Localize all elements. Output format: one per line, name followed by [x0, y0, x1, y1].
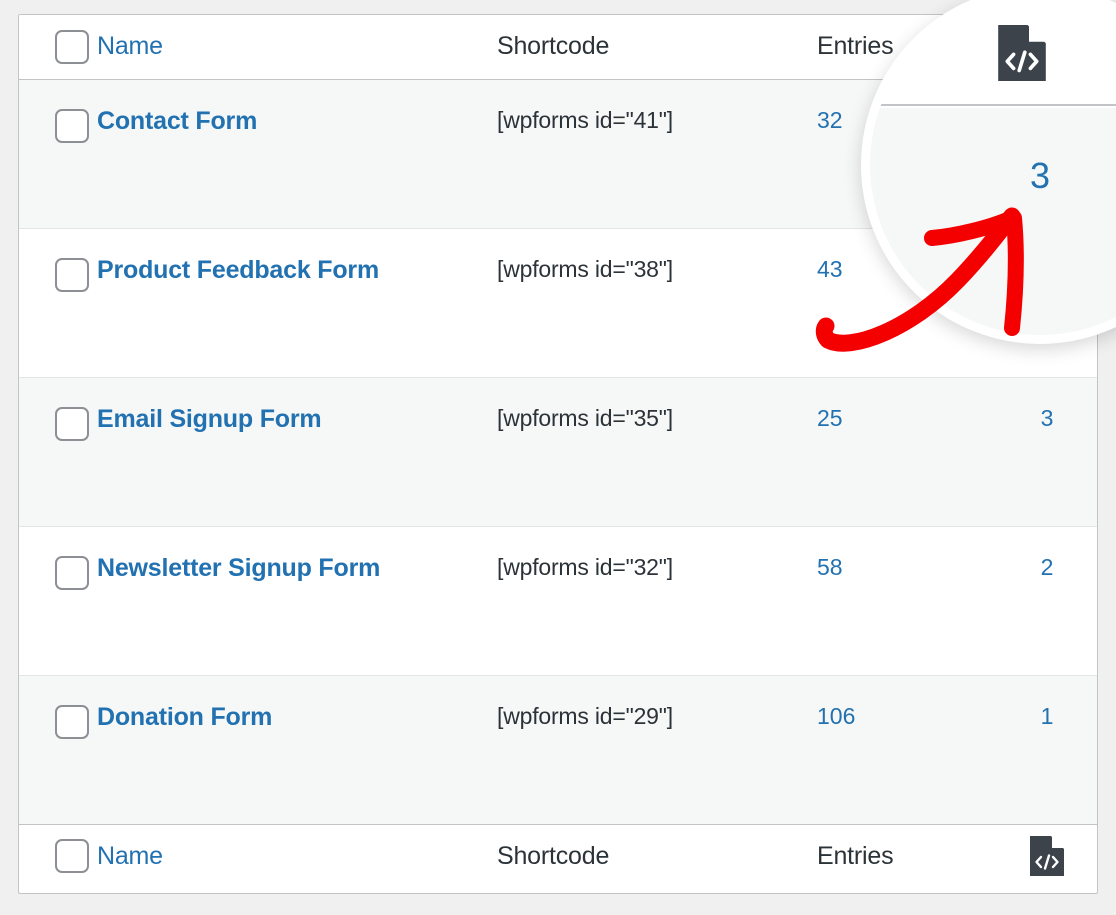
header-name-cell[interactable]: Name: [97, 15, 497, 80]
form-shortcode: [wpforms id="41"]: [497, 106, 673, 133]
form-shortcode: [wpforms id="29"]: [497, 702, 673, 729]
magnified-code-file-icon: [998, 25, 1046, 81]
table-row: Newsletter Signup Form [wpforms id="32"] 5…: [19, 526, 1097, 676]
form-name-link[interactable]: Newsletter Signup Form: [97, 555, 380, 581]
table-row: Email Signup Form [wpforms id="35"] 25 3: [19, 377, 1097, 527]
footer-entries-cell: Entries: [817, 823, 997, 888]
row-name-cell: Newsletter Signup Form: [97, 526, 497, 676]
magnifier-loupe: 3: [861, 0, 1116, 344]
select-all-checkbox[interactable]: [55, 29, 89, 64]
row-checkbox[interactable]: [55, 108, 89, 143]
row-entries-cell: 106: [817, 675, 997, 825]
select-all-checkbox-footer[interactable]: [55, 839, 89, 874]
row-checkbox[interactable]: [55, 704, 89, 739]
magnified-code-count: 3: [1029, 155, 1051, 196]
footer-name-cell[interactable]: Name: [97, 823, 497, 888]
form-shortcode: [wpforms id="38"]: [497, 255, 673, 282]
table-footer: Name Shortcode Entries: [19, 823, 1097, 888]
column-header-name[interactable]: Name: [97, 34, 163, 59]
row-name-cell: Contact Form: [97, 79, 497, 229]
row-name-cell: Donation Form: [97, 675, 497, 825]
footer-select-all-cell: [19, 823, 97, 888]
column-footer-name[interactable]: Name: [97, 843, 163, 869]
code-count-link[interactable]: 3: [1041, 406, 1054, 430]
row-entries-cell: 58: [817, 526, 997, 676]
row-checkbox[interactable]: [55, 555, 89, 590]
row-shortcode-cell: [wpforms id="32"]: [497, 526, 817, 676]
row-select-cell: [19, 228, 97, 378]
row-select-cell: [19, 526, 97, 676]
form-shortcode: [wpforms id="35"]: [497, 404, 673, 431]
magnified-header-cell: [870, 0, 1116, 106]
magnifier-content: 3: [870, 0, 1116, 335]
footer-shortcode-cell: Shortcode: [497, 823, 817, 888]
row-shortcode-cell: [wpforms id="35"]: [497, 377, 817, 527]
column-header-shortcode: Shortcode: [497, 32, 610, 61]
entries-count-link[interactable]: 58: [817, 555, 843, 579]
row-code-cell: 3: [997, 377, 1097, 527]
row-checkbox[interactable]: [55, 406, 89, 441]
row-name-cell: Product Feedback Form: [97, 228, 497, 378]
form-name-link[interactable]: Email Signup Form: [97, 406, 322, 432]
row-select-cell: [19, 79, 97, 229]
form-name-link[interactable]: Product Feedback Form: [97, 257, 379, 283]
form-name-link[interactable]: Contact Form: [97, 108, 257, 134]
form-name-link[interactable]: Donation Form: [97, 704, 272, 730]
table-footer-row: Name Shortcode Entries: [19, 823, 1097, 888]
header-select-all-cell: [19, 15, 97, 80]
entries-count-link[interactable]: 106: [817, 704, 855, 728]
row-checkbox[interactable]: [55, 257, 89, 292]
form-shortcode: [wpforms id="32"]: [497, 553, 673, 580]
row-shortcode-cell: [wpforms id="29"]: [497, 675, 817, 825]
entries-count-link[interactable]: 43: [817, 257, 843, 281]
table-row: Donation Form [wpforms id="29"] 106 1: [19, 675, 1097, 825]
code-file-icon-footer[interactable]: [1030, 836, 1064, 877]
code-count-link[interactable]: 1: [1041, 704, 1054, 728]
row-select-cell: [19, 377, 97, 527]
entries-count-link[interactable]: 25: [817, 406, 843, 430]
row-name-cell: Email Signup Form: [97, 377, 497, 527]
entries-count-link[interactable]: 32: [817, 108, 843, 132]
row-code-cell: 2: [997, 526, 1097, 676]
row-select-cell: [19, 675, 97, 825]
header-shortcode-cell: Shortcode: [497, 15, 817, 80]
code-count-link[interactable]: 2: [1041, 555, 1054, 579]
row-shortcode-cell: [wpforms id="38"]: [497, 228, 817, 378]
magnified-data-cell: 3: [870, 108, 1116, 335]
column-footer-entries: Entries: [817, 841, 894, 870]
row-shortcode-cell: [wpforms id="41"]: [497, 79, 817, 229]
footer-code-cell: [997, 823, 1097, 888]
row-entries-cell: 25: [817, 377, 997, 527]
column-footer-shortcode: Shortcode: [497, 841, 610, 870]
row-code-cell: 1: [997, 675, 1097, 825]
